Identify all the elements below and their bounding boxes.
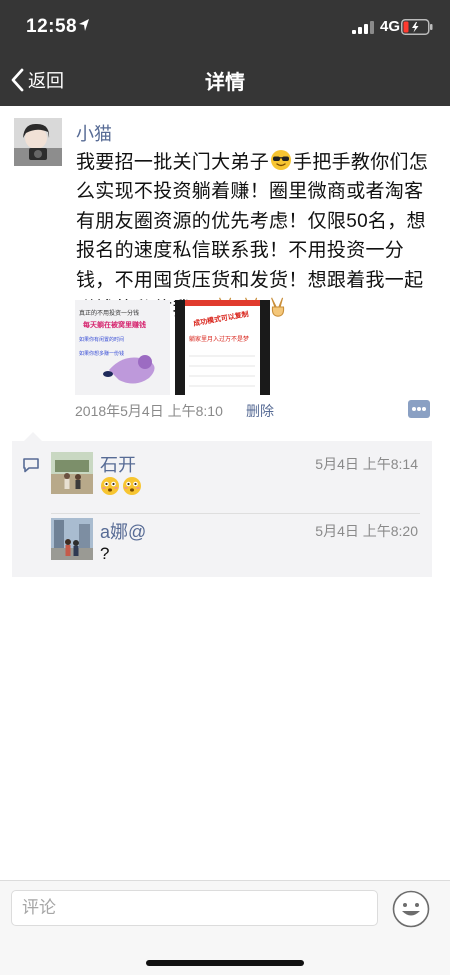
flushed-face-emoji-icon [123,477,141,495]
commenter-avatar-image [51,452,93,494]
victory-hand-icon [271,297,285,317]
post-image-1[interactable]: 真正的不用投资一分钱 每天躺在被窝里赚钱 如果你有闲置的时间 如果你想多赚一份钱 [75,300,170,395]
comments-section: 石开 5月4日 上午8:14 a娜@ 5月4日 上午8:20 ? [12,432,432,577]
cellular-signal-icon [352,21,374,34]
comment-bubble-icon [23,458,39,473]
status-bar: 12:58 4G [0,0,450,54]
home-indicator [146,960,304,966]
author-avatar[interactable] [14,118,62,166]
comment-divider [51,513,420,514]
delete-button[interactable]: 删除 [246,401,274,421]
post-image-1-illustration [103,355,155,384]
network-type: 4G [380,18,401,35]
page-title: 详情 [205,72,245,94]
post-author-name[interactable]: 小猫 [76,120,112,146]
commenter-name[interactable]: 石开 [100,451,136,477]
comment-input[interactable] [11,890,378,926]
flushed-face-emoji-icon [101,477,119,495]
post-text: 我要招一批关门大弟子 手把手教你们怎么实现不投资躺着赚！圈里微商或者淘客有朋友圈资… [76,148,438,324]
commenter-avatar-image [51,518,93,560]
navigation-bar: 返回 详情 [0,54,450,106]
commenter-avatar[interactable] [51,518,93,560]
comment-time: 5月4日 上午8:14 [315,456,418,472]
top-bar: 12:58 4G 返回 详情 [0,0,450,106]
comment-time: 5月4日 上午8:20 [315,523,418,539]
avatar-image [14,118,62,166]
sunglasses-emoji-icon [271,150,292,170]
post-timestamp: 2018年5月4日 上午8:10 [75,403,223,419]
comment-action-icon[interactable] [408,400,430,418]
emoji-face-icon[interactable] [392,890,430,928]
commenter-name[interactable]: a娜@ [100,518,146,544]
post-image-2-line2: 躺家里月入过万不是梦 [189,337,250,343]
comment-emoji-text [100,476,142,496]
post-image-2[interactable]: 成功模式可以复制 躺家里月入过万不是梦 [175,300,270,395]
location-arrow-icon [79,19,89,31]
status-time: 12:58 [26,16,78,37]
commenter-avatar[interactable] [51,452,93,494]
comment-text: ? [100,544,110,563]
post-text-part2: 手把手教你们怎么实现不投资躺着赚！圈里微商或者淘客有朋友圈资源的优先考虑！仅限5… [76,152,429,320]
battery-icon [401,19,433,35]
post-text-part1: 我要招一批关门大弟子 [76,152,270,173]
